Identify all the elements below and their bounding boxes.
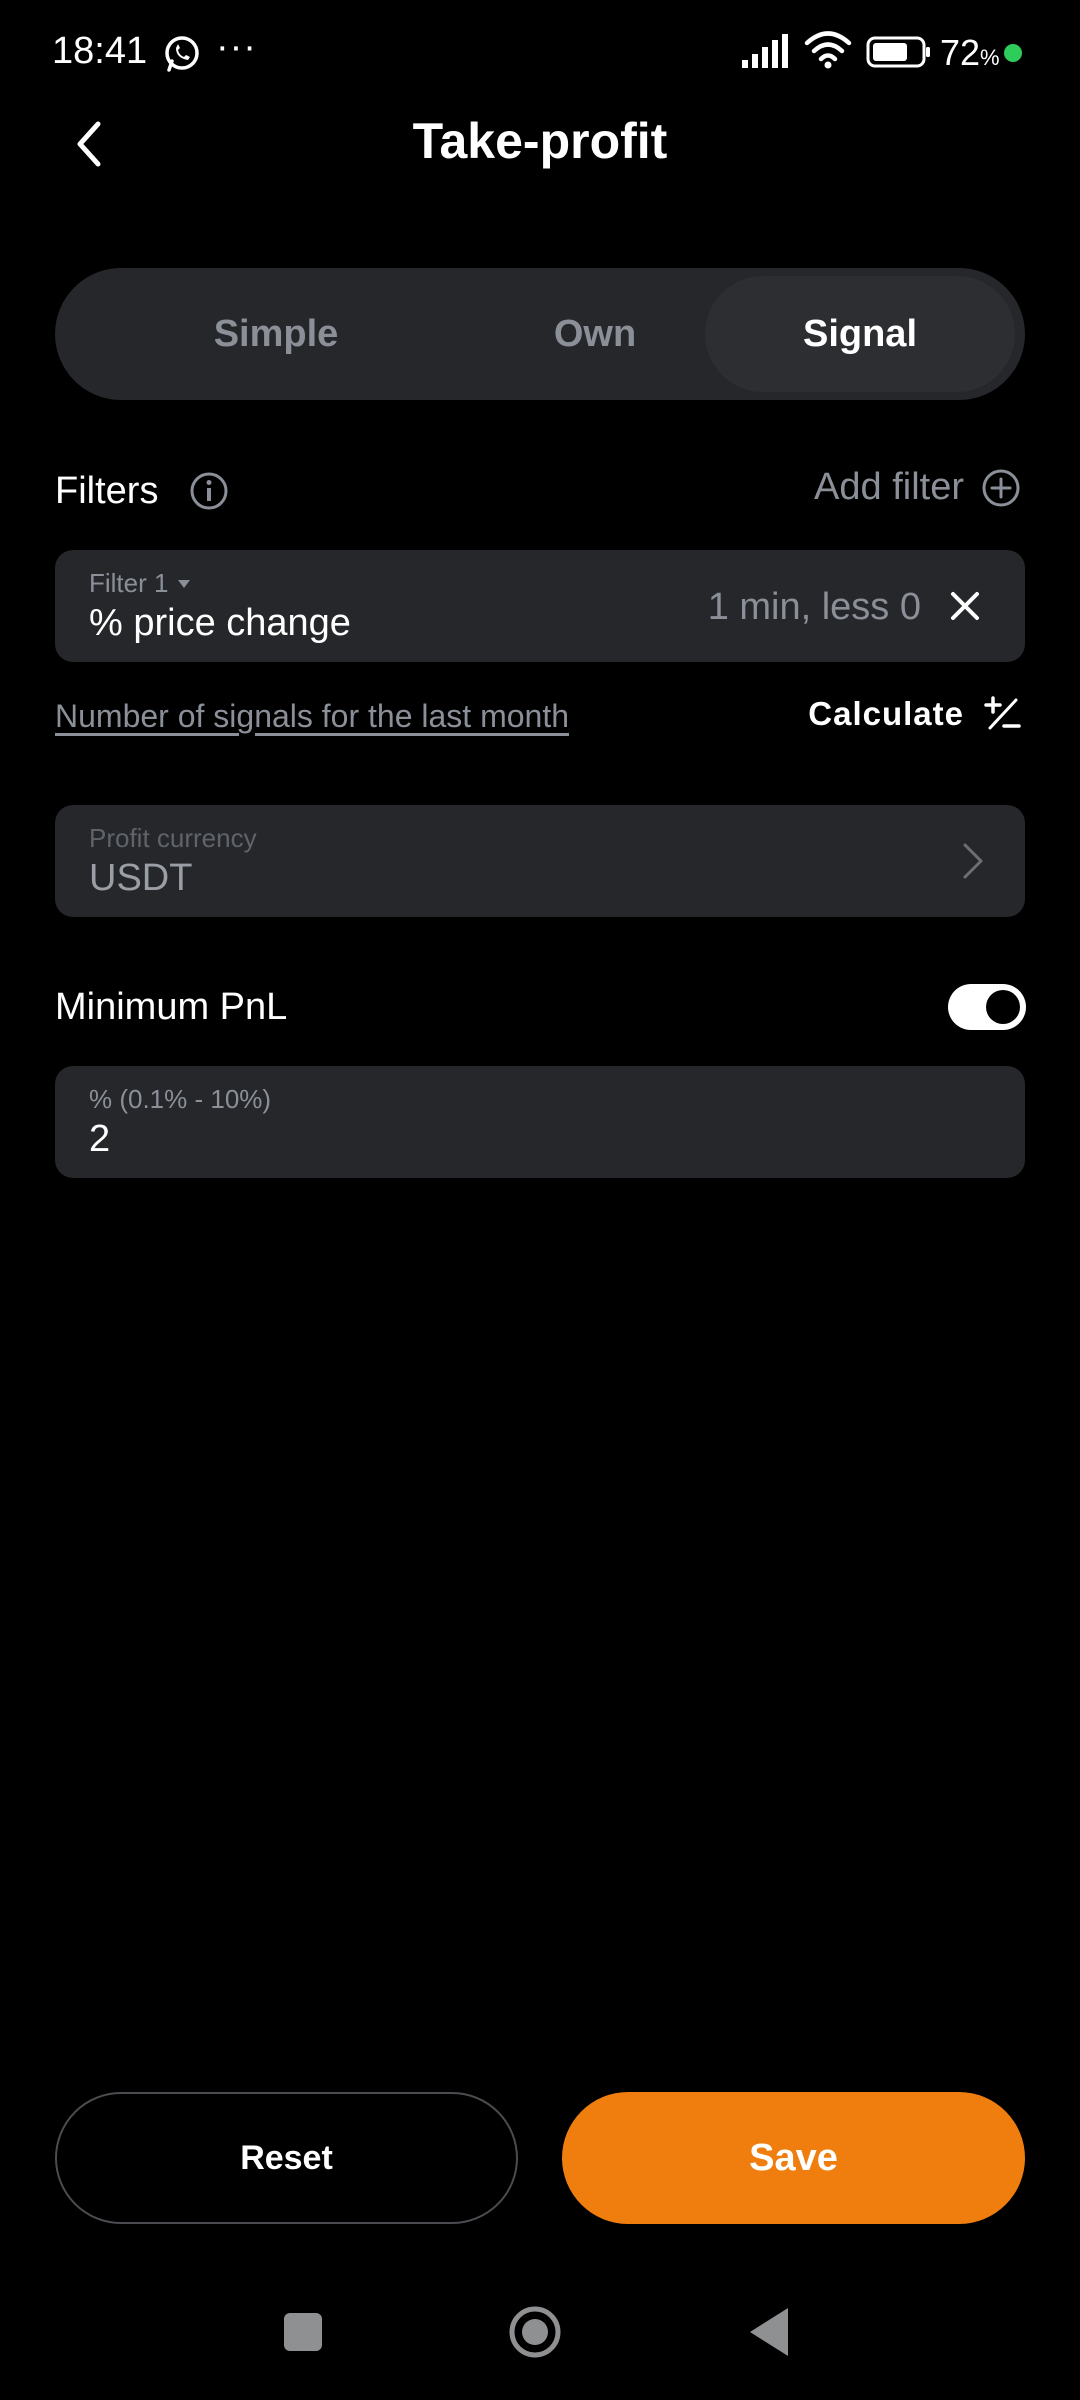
profit-currency-label: Profit currency — [89, 823, 257, 853]
battery-percent: 72% — [940, 32, 1000, 73]
filter-name-label: Filter 1 — [89, 568, 169, 598]
minimum-pnl-label: Minimum PnL — [55, 986, 288, 1028]
whatsapp-icon — [165, 36, 199, 72]
home-icon[interactable] — [508, 2305, 562, 2359]
recent-apps-icon[interactable] — [284, 2313, 322, 2351]
minimum-pnl-field-label: % (0.1% - 10%) — [89, 1084, 272, 1114]
status-bar: 18:41 ··· 72% — [0, 0, 1080, 110]
close-icon[interactable] — [947, 588, 983, 624]
page-title: Take-profit — [412, 113, 668, 169]
plus-minus-icon — [984, 696, 1021, 730]
toggle-knob — [986, 990, 1020, 1024]
wifi-icon — [804, 31, 852, 69]
chevron-right-icon — [963, 843, 983, 879]
status-time: 18:41 — [52, 30, 148, 72]
minimum-pnl-field-value[interactable]: 2 — [89, 1118, 110, 1161]
minimum-pnl-field[interactable]: % (0.1% - 10%) 2 — [55, 1066, 1025, 1178]
reset-button[interactable]: Reset — [55, 2092, 518, 2224]
calculate-label: Calculate — [808, 695, 964, 732]
mode-tabs: Simple Own Signal — [55, 268, 1025, 400]
profit-currency-select[interactable]: Profit currency USDT — [55, 805, 1025, 917]
profit-currency-value: USDT — [89, 857, 193, 899]
more-notifications-icon: ··· — [216, 26, 257, 68]
filter-item[interactable]: Filter 1 % price change 1 min, less 0 — [55, 550, 1025, 662]
cell-signal-icon — [742, 34, 788, 68]
calculate-button[interactable]: Calculate — [808, 694, 1022, 734]
filters-heading: Filters — [55, 470, 159, 512]
filter-value: % price change — [89, 602, 351, 644]
caret-down-icon — [178, 579, 191, 588]
plus-circle-icon — [982, 469, 1020, 506]
tab-signal[interactable]: Signal — [705, 276, 1015, 392]
signals-count-link[interactable]: Number of signals for the last month — [55, 698, 569, 735]
minimum-pnl-toggle[interactable] — [948, 984, 1026, 1030]
info-icon[interactable] — [188, 470, 230, 512]
add-filter-label: Add filter — [814, 466, 964, 508]
tab-simple[interactable]: Simple — [121, 276, 431, 392]
save-button[interactable]: Save — [562, 2092, 1025, 2224]
add-filter-button[interactable]: Add filter — [814, 466, 1022, 509]
filter-summary: 1 min, less 0 — [707, 586, 921, 628]
filter-name-dropdown[interactable]: Filter 1 — [89, 568, 192, 599]
nav-back-icon[interactable] — [748, 2306, 790, 2358]
battery-icon — [866, 36, 930, 68]
privacy-indicator-dot — [1004, 44, 1022, 62]
tab-own[interactable]: Own — [440, 276, 750, 392]
